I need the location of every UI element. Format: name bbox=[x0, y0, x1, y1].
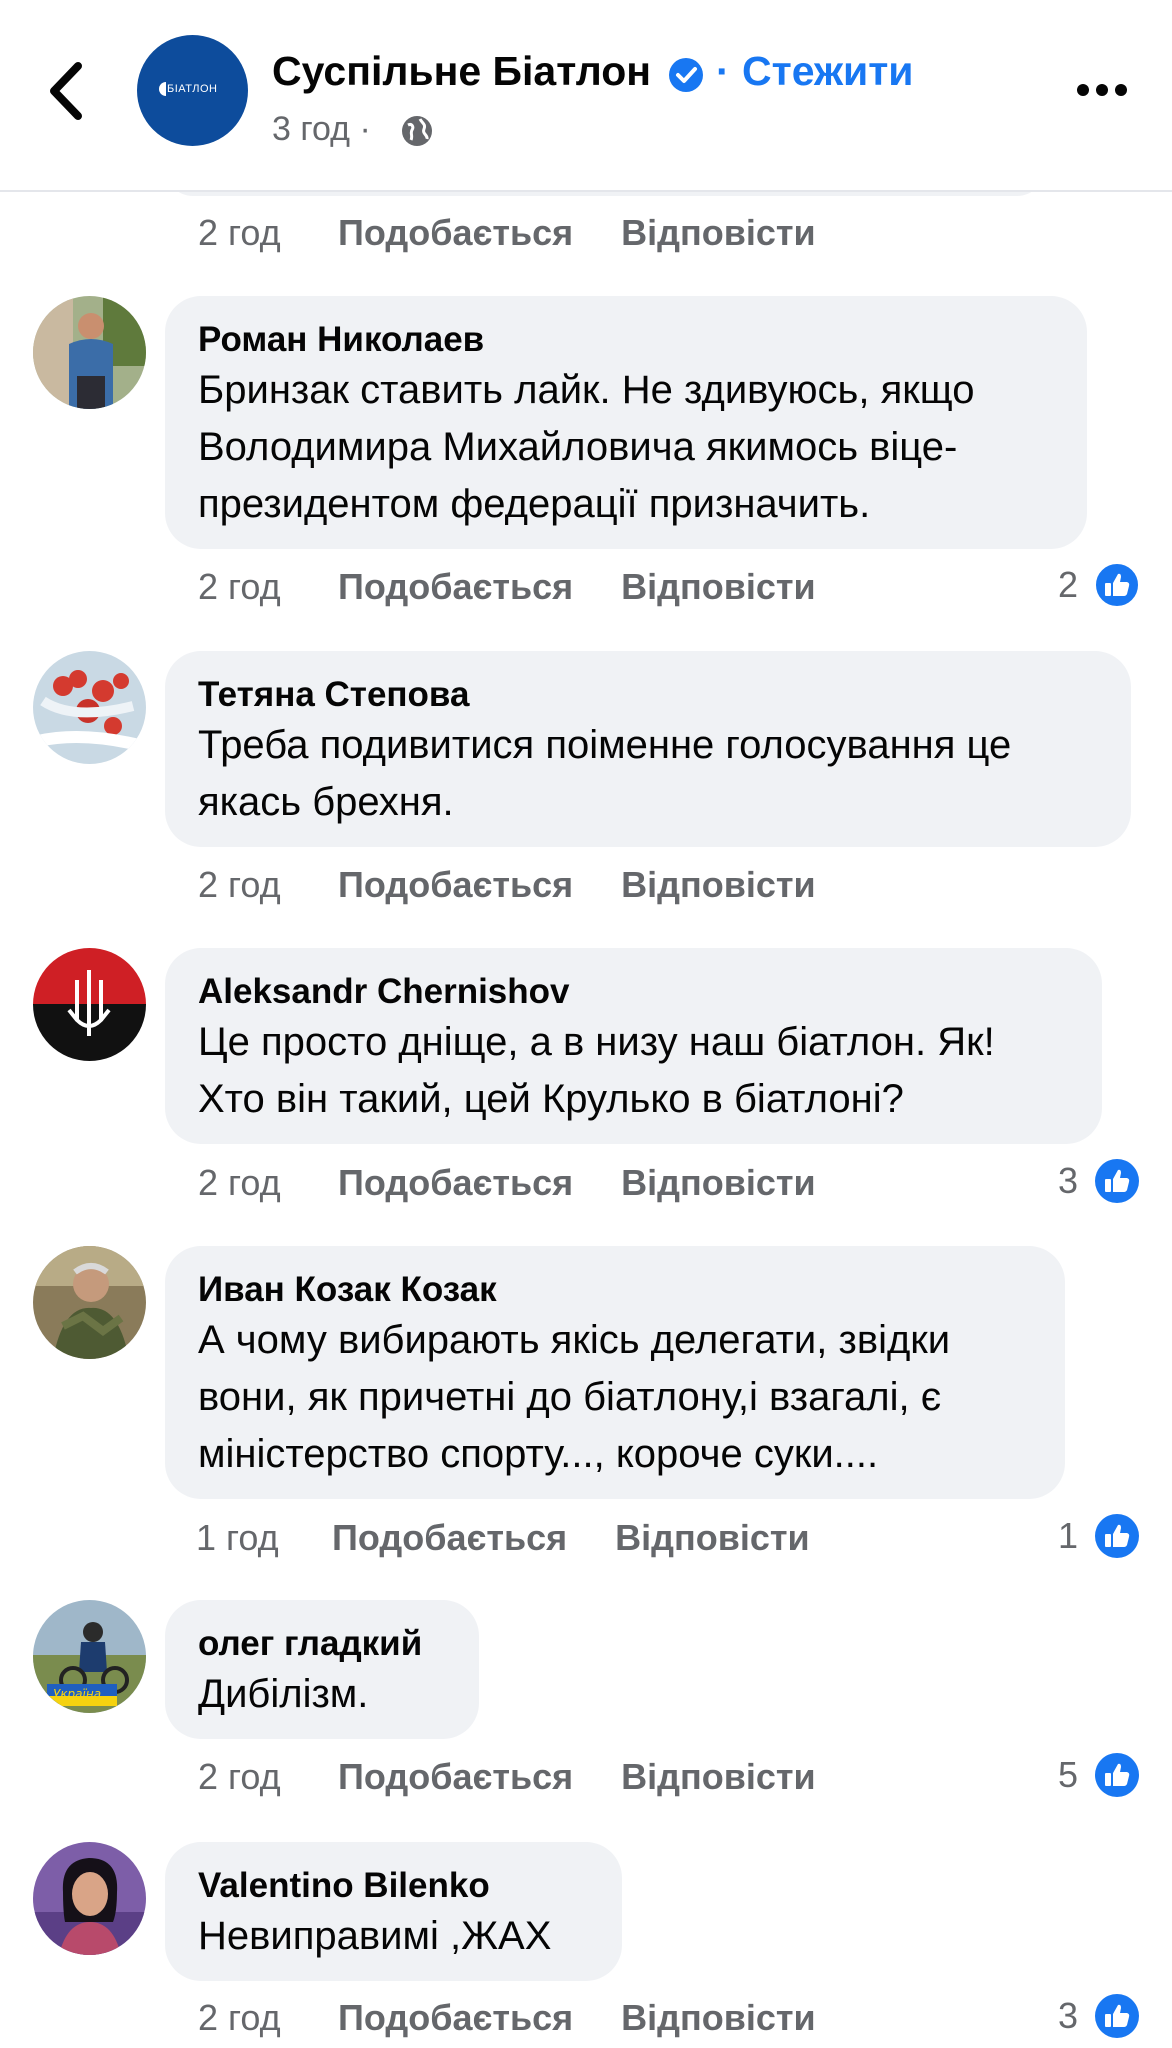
comment-actions: 2 год Подобається Відповісти bbox=[198, 1997, 816, 2039]
comment-author[interactable]: Тетяна Степова bbox=[198, 673, 1098, 717]
comment-text-line: Володимира Михайловича якимось віце- bbox=[198, 425, 958, 469]
avatar[interactable] bbox=[33, 651, 146, 764]
comment-author[interactable]: Иван Козак Козак bbox=[198, 1268, 1032, 1312]
comment-bubble: олег гладкий Дибілізм. bbox=[165, 1600, 479, 1739]
reply-button[interactable]: Відповісти bbox=[621, 1756, 816, 1798]
like-button[interactable]: Подобається bbox=[338, 566, 573, 608]
like-button[interactable]: Подобається bbox=[338, 1162, 573, 1204]
reaction-number: 5 bbox=[1057, 1754, 1078, 1796]
like-reaction-icon bbox=[1095, 1514, 1139, 1559]
comment-time[interactable]: 2 год bbox=[198, 1162, 338, 1204]
comment-text-line: Треба подивитися поіменне голосування це bbox=[198, 723, 1012, 767]
more-icon[interactable] bbox=[1076, 80, 1128, 100]
page-name[interactable]: Суспільне Біатлон bbox=[272, 48, 651, 95]
comment-author[interactable]: Aleksandr Chernishov bbox=[198, 970, 1069, 1014]
like-reaction-icon bbox=[1094, 562, 1140, 609]
comment-bubble: Valentino Bilenko Невиправимі ,ЖАХ bbox=[165, 1842, 622, 1981]
comment-actions: 2 год Подобається Відповісти bbox=[198, 1162, 816, 1204]
like-button[interactable]: Подобається bbox=[338, 864, 573, 906]
comment-bubble: Aleksandr Chernishov Це просто дніще, а … bbox=[165, 948, 1102, 1144]
comment-actions: 2 год Подобається Відповісти bbox=[198, 1756, 816, 1798]
comment-time[interactable]: 2 год bbox=[198, 864, 338, 906]
reply-button[interactable]: Відповісти bbox=[621, 566, 816, 608]
comment-bubble: Роман Николаев Бринзак ставить лайк. Не … bbox=[165, 296, 1087, 549]
reaction-count[interactable]: 3 bbox=[1058, 1993, 1140, 2039]
reaction-number: 3 bbox=[1057, 1995, 1078, 2037]
verified-icon bbox=[669, 58, 703, 92]
comment-text-line: А чому вибирають якісь делегати, звідки bbox=[198, 1318, 951, 1362]
like-reaction-icon bbox=[1095, 1159, 1139, 1204]
comment-text-line: вони, як причетні до біатлону,і взагалі,… bbox=[198, 1375, 942, 1419]
like-reaction-icon bbox=[1095, 1753, 1139, 1798]
avatar[interactable]: Україна bbox=[33, 1600, 146, 1713]
reply-button[interactable]: Відповісти bbox=[621, 1162, 816, 1204]
reply-button[interactable]: Відповісти bbox=[621, 864, 816, 906]
comment-text-line: Це просто дніще, а в низу наш біатлон. Я… bbox=[198, 1020, 995, 1064]
reply-button[interactable]: Відповісти bbox=[621, 1997, 816, 2039]
logo-text: БІАТЛОН bbox=[167, 83, 218, 95]
comment-time[interactable]: 2 год bbox=[198, 566, 338, 608]
comment-time[interactable]: 2 год bbox=[198, 1997, 338, 2039]
reaction-number: 2 bbox=[1057, 564, 1078, 606]
comment-actions: 1 год Подобається Відповісти bbox=[196, 1517, 810, 1559]
comment-actions: 2 год Подобається Відповісти bbox=[198, 212, 816, 254]
reaction-count[interactable]: 5 bbox=[1058, 1752, 1140, 1798]
comment-text-line: президентом федерації призначить. bbox=[198, 482, 871, 526]
follow-button[interactable]: Стежити bbox=[742, 48, 914, 95]
separator: · bbox=[716, 48, 730, 94]
like-button[interactable]: Подобається bbox=[338, 212, 573, 254]
comment-text-line: Дибілізм. bbox=[198, 1672, 369, 1716]
like-button[interactable]: Подобається bbox=[338, 1997, 573, 2039]
avatar-text: Україна bbox=[53, 1687, 101, 1701]
avatar[interactable] bbox=[33, 948, 146, 1061]
globe-icon bbox=[402, 116, 432, 146]
reply-button[interactable]: Відповісти bbox=[621, 212, 816, 254]
comment-text-line: Невиправимі ,ЖАХ bbox=[198, 1914, 552, 1958]
comment-text-line: Хто він такий, цей Крулько в біатлоні? bbox=[198, 1077, 904, 1121]
avatar[interactable] bbox=[33, 1842, 146, 1955]
comment-actions: 2 год Подобається Відповісти bbox=[198, 864, 816, 906]
like-button[interactable]: Подобається bbox=[332, 1517, 567, 1559]
comment-bubble: Иван Козак Козак А чому вибирають якісь … bbox=[165, 1246, 1065, 1499]
back-icon bbox=[50, 62, 82, 120]
reaction-count[interactable]: 1 bbox=[1058, 1513, 1140, 1559]
like-reaction-icon bbox=[1095, 1994, 1139, 2039]
comment-author[interactable]: олег гладкий bbox=[198, 1622, 446, 1666]
avatar[interactable] bbox=[33, 296, 146, 409]
like-button[interactable]: Подобається bbox=[338, 1756, 573, 1798]
post-header: БІАТЛОН Суспільне Біатлон · Стежити 3 го… bbox=[0, 0, 1172, 192]
logo-mark bbox=[159, 82, 166, 96]
comment-time[interactable]: 2 год bbox=[198, 1756, 338, 1798]
comment-author[interactable]: Valentino Bilenko bbox=[198, 1864, 589, 1908]
back-button[interactable] bbox=[42, 56, 92, 126]
comment-text-line: Бринзак ставить лайк. Не здивуюсь, якщо bbox=[198, 368, 975, 412]
post-time[interactable]: 3 год · bbox=[272, 110, 371, 149]
comment-text-line: міністерство спорту..., короче суки.... bbox=[198, 1432, 879, 1476]
comment-bubble: Тетяна Степова Треба подивитися поіменне… bbox=[165, 651, 1131, 847]
avatar[interactable] bbox=[33, 1246, 146, 1359]
reaction-number: 3 bbox=[1057, 1160, 1078, 1202]
reply-button[interactable]: Відповісти bbox=[615, 1517, 810, 1559]
reaction-number: 1 bbox=[1057, 1515, 1078, 1557]
page-avatar[interactable]: БІАТЛОН bbox=[137, 35, 248, 146]
comment-text-line: якась брехня. bbox=[198, 780, 454, 824]
comment-time[interactable]: 1 год bbox=[196, 1517, 332, 1559]
reaction-count[interactable]: 3 bbox=[1058, 1158, 1140, 1204]
comment-actions: 2 год Подобається Відповісти bbox=[198, 566, 816, 608]
comment-time[interactable]: 2 год bbox=[198, 212, 338, 254]
comment-author[interactable]: Роман Николаев bbox=[198, 318, 1054, 362]
reaction-count[interactable]: 2 bbox=[1057, 562, 1140, 609]
